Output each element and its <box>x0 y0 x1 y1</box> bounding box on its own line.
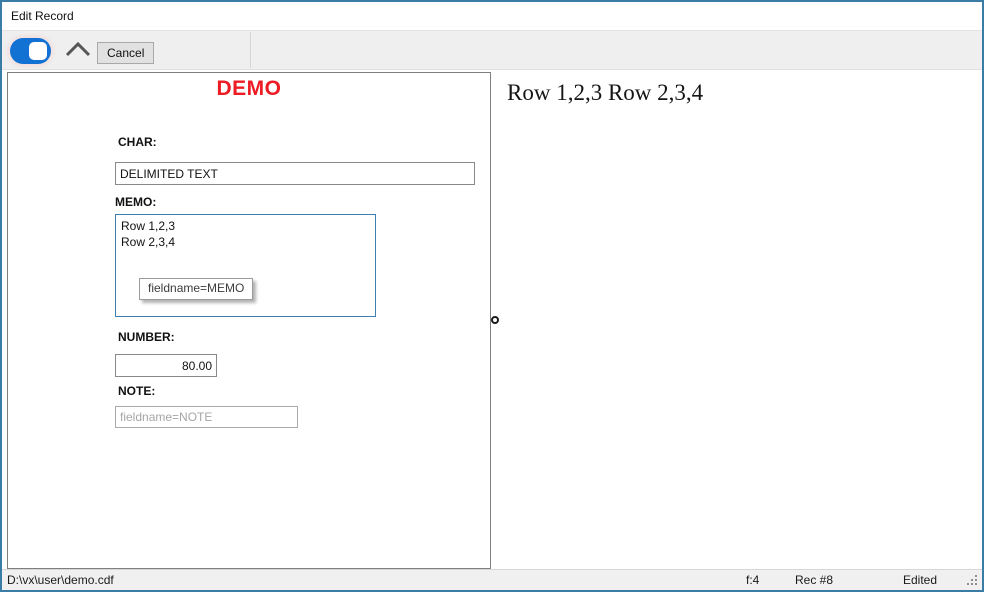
char-field-label: CHAR: <box>118 135 157 149</box>
edit-record-window: Edit Record Cancel DEMO CHAR: MEMO: Row … <box>0 0 984 592</box>
record-form-panel: DEMO CHAR: MEMO: Row 1,2,3 Row 2,3,4 fie… <box>7 72 491 569</box>
field-indicator: f:4 <box>746 573 759 587</box>
collapse-button[interactable] <box>65 41 93 61</box>
preview-text: Row 1,2,3 Row 2,3,4 <box>507 80 703 106</box>
record-indicator: Rec #8 <box>795 573 833 587</box>
number-field-label: NUMBER: <box>118 330 175 344</box>
window-title: Edit Record <box>11 9 74 23</box>
char-field-input[interactable] <box>115 162 475 185</box>
toolbar-separator <box>250 32 251 68</box>
memo-field-label: MEMO: <box>115 195 156 209</box>
resize-grip-icon[interactable] <box>966 575 977 586</box>
status-bar: D:\vx\user\demo.cdf f:4 Rec #8 Edited <box>2 569 982 590</box>
number-field-input[interactable] <box>115 354 217 377</box>
note-field-input[interactable] <box>115 406 298 428</box>
edit-mode-toggle[interactable] <box>10 38 51 64</box>
record-preview-panel: Row 1,2,3 Row 2,3,4 <box>494 72 980 565</box>
toolbar: Cancel <box>2 30 982 70</box>
toggle-thumb-icon <box>29 42 47 60</box>
edit-state-badge: Edited <box>903 573 937 587</box>
demo-heading: DEMO <box>8 77 490 101</box>
note-field-label: NOTE: <box>118 384 155 398</box>
cancel-button[interactable]: Cancel <box>97 42 154 64</box>
chevron-up-icon <box>65 41 91 57</box>
splitter-grip-icon[interactable] <box>491 316 499 324</box>
memo-field-textarea[interactable]: Row 1,2,3 Row 2,3,4 <box>115 214 376 317</box>
memo-tooltip: fieldname=MEMO <box>139 278 253 300</box>
title-bar: Edit Record <box>2 2 982 30</box>
file-path: D:\vx\user\demo.cdf <box>7 573 114 587</box>
